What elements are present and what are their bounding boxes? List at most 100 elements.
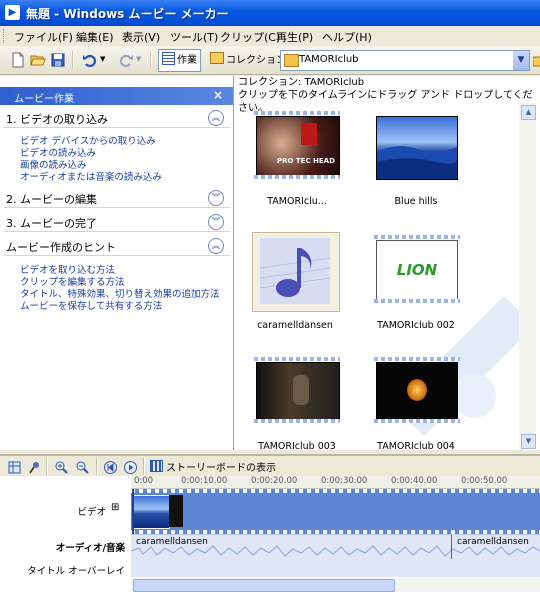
zoom-in-icon[interactable] <box>55 461 68 474</box>
timeline-view-icon[interactable] <box>8 461 21 474</box>
filmstrip-border <box>254 419 340 423</box>
collection-selector[interactable]: TAMORIclub ▼ <box>280 50 530 71</box>
rewind-icon[interactable] <box>104 461 117 474</box>
playback-indicator[interactable] <box>132 489 134 534</box>
section-title: ムービー作成のヒント <box>6 241 116 254</box>
zoom-out-icon[interactable] <box>76 461 89 474</box>
collection-folder-icon <box>210 52 224 64</box>
video-clip-blue-hills[interactable] <box>132 495 170 529</box>
ruler-tick-label: 0:00:50.00 <box>461 476 508 486</box>
section-edit-movie[interactable]: 2. ムービーの編集 ︾ <box>4 189 230 208</box>
filmstrip-border <box>374 299 460 303</box>
video-clip-dark[interactable] <box>169 495 183 527</box>
section-title: 1. ビデオの取り込み <box>6 113 108 126</box>
tasks-button[interactable]: 作業 <box>158 49 201 72</box>
chevron-up-icon[interactable]: ︽ <box>208 110 224 126</box>
filmstrip-border <box>254 111 340 115</box>
movie-tasks-pane: ムービー作業 × 1. ビデオの取り込み ︽ ビデオ デバイスからの取り込み ビ… <box>0 76 234 450</box>
ruler-tick-label: 0:00:20.00 <box>251 476 298 486</box>
redo-dropdown-icon[interactable]: ▼ <box>136 55 141 63</box>
narrate-microphone-icon[interactable] <box>28 461 41 474</box>
link-tip-save-share[interactable]: ムービーを保存して共有する方法 <box>20 298 162 312</box>
collection-selector-value: TAMORIclub <box>299 54 359 65</box>
toolbar-separator <box>150 51 152 69</box>
section-finish-movie[interactable]: 3. ムービーの完了 ︾ <box>4 213 230 232</box>
video-track[interactable] <box>131 489 540 534</box>
audio-track[interactable]: caramelldansen caramelldansen <box>131 534 540 560</box>
clip-thumbnail: LION <box>376 240 458 300</box>
audio-clip-boundary <box>451 535 452 559</box>
title-bar: ▶ 無題 - Windows ムービー メーカー <box>0 0 540 26</box>
collections-button[interactable]: コレクション <box>206 49 290 72</box>
scroll-thumb[interactable] <box>133 579 395 592</box>
collection-folder-icon <box>284 54 299 67</box>
new-project-icon[interactable] <box>10 52 26 68</box>
movie-tasks-title: ムービー作業 <box>14 94 74 105</box>
section-capture-video[interactable]: 1. ビデオの取り込み ︽ <box>4 109 230 128</box>
menu-clip[interactable]: クリップ(C) <box>220 29 280 45</box>
collection-header: コレクション: TAMORIclub クリップを下のタイムラインにドラッグ アン… <box>238 76 540 115</box>
clip-label: TAMORIclub 004 <box>377 441 455 452</box>
collection-title: コレクション: TAMORIclub <box>238 77 365 88</box>
menu-tools[interactable]: ツール(T) <box>170 29 218 45</box>
redo-icon[interactable] <box>118 52 134 68</box>
clip-thumbnail: PRO TEC HEAD <box>256 116 340 176</box>
chevron-down-icon[interactable]: ︾ <box>208 190 224 206</box>
section-title: 2. ムービーの編集 <box>6 193 97 206</box>
storyboard-label: ストーリーボードの表示 <box>166 463 276 474</box>
clip-label: TAMORIclub 003 <box>258 441 336 452</box>
chevron-down-icon[interactable]: ▼ <box>513 51 529 70</box>
menu-grip <box>3 29 7 43</box>
video-track-label: ビデオ <box>77 507 106 518</box>
tasks-icon <box>162 52 175 65</box>
up-folder-icon[interactable] <box>533 52 540 68</box>
ruler-tick-label: 0:00:30.00 <box>321 476 368 486</box>
tasks-label: 作業 <box>177 55 197 66</box>
link-import-audio[interactable]: オーディオまたは音楽の読み込み <box>20 169 162 183</box>
menu-bar: ファイル(F) 編集(E) 表示(V) ツール(T) クリップ(C) 再生(P)… <box>0 26 540 46</box>
collection-scrollbar[interactable]: ▲ ▼ <box>519 103 536 449</box>
filmstrip-border <box>374 235 460 239</box>
open-project-icon[interactable] <box>30 52 46 68</box>
movie-tasks-header: ムービー作業 × <box>0 87 233 105</box>
clip-label: Blue hills <box>394 196 438 207</box>
menu-edit[interactable]: 編集(E) <box>76 29 114 45</box>
filmstrip-border <box>254 357 340 361</box>
undo-icon[interactable] <box>82 52 98 68</box>
toolbar: ▼ ▼ 作業 コレクション TAMORIclub ▼ <box>0 46 540 75</box>
title-overlay-track[interactable] <box>131 559 540 577</box>
filmstrip-border <box>374 419 460 423</box>
music-note-icon <box>260 238 330 304</box>
menu-file[interactable]: ファイル(F) <box>14 29 73 45</box>
close-icon[interactable]: × <box>213 88 223 102</box>
expand-video-track-icon[interactable]: ⊞ <box>111 502 119 513</box>
play-icon[interactable] <box>124 461 137 474</box>
scroll-up-icon[interactable]: ▲ <box>521 105 536 120</box>
clip-thumbnail <box>376 362 458 420</box>
thumb-text: PRO TEC HEAD <box>277 157 335 165</box>
section-movie-tips[interactable]: ムービー作成のヒント ︽ <box>4 237 230 256</box>
collections-label: コレクション <box>226 55 286 66</box>
chevron-up-icon[interactable]: ︽ <box>208 238 224 254</box>
undo-dropdown-icon[interactable]: ▼ <box>100 55 105 63</box>
save-project-icon[interactable] <box>50 52 66 68</box>
filmstrip-border <box>254 175 340 179</box>
timeline[interactable]: 0:00 0:00:10.00 0:00:20.00 0:00:30.00 0:… <box>131 476 540 592</box>
toolbar-separator <box>46 457 48 475</box>
ruler-tick-label: 0:00:40.00 <box>391 476 438 486</box>
ruler-tick-label: 0:00 <box>134 476 154 486</box>
menu-view[interactable]: 表示(V) <box>122 29 160 45</box>
scroll-down-icon[interactable]: ▼ <box>521 434 536 449</box>
timeline-scrollbar[interactable] <box>131 578 540 592</box>
section-title: 3. ムービーの完了 <box>6 217 97 230</box>
timeline-toolbar: ストーリーボードの表示 <box>0 454 540 478</box>
audio-track-label: オーディオ/音楽 <box>55 543 125 554</box>
toolbar-separator <box>96 457 98 475</box>
show-storyboard-button[interactable]: ストーリーボードの表示 <box>150 459 276 474</box>
chevron-down-icon[interactable]: ︾ <box>208 214 224 230</box>
menu-help[interactable]: ヘルプ(H) <box>322 29 372 45</box>
storyboard-icon <box>150 460 163 472</box>
clip-label: TAMORIclub 002 <box>377 320 455 331</box>
menu-play[interactable]: 再生(P) <box>276 29 313 45</box>
toolbar-separator <box>143 457 145 475</box>
